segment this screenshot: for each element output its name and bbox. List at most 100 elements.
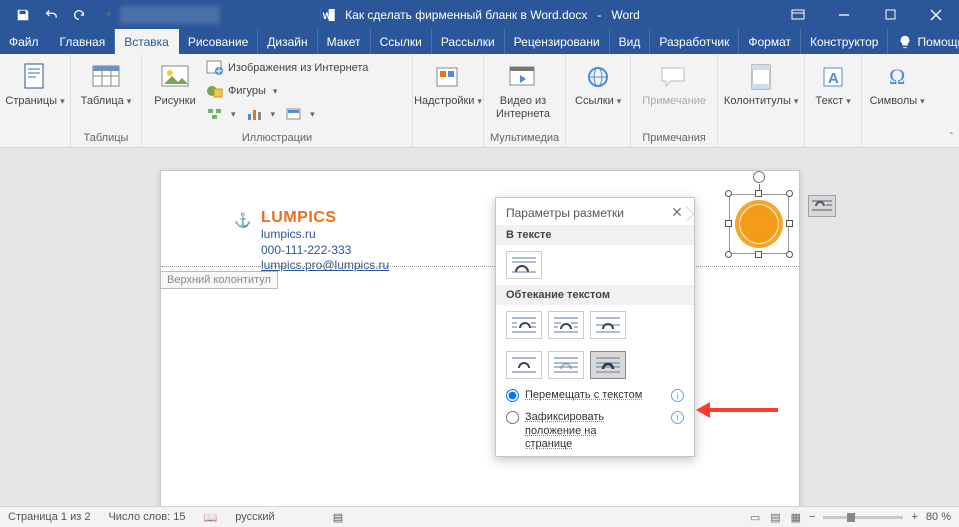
group-pages: Страницы (0, 54, 71, 147)
redo-icon[interactable] (66, 3, 92, 27)
wrap-front[interactable] (590, 351, 626, 379)
zoom-level[interactable]: 80 % (926, 511, 951, 523)
tab-layout[interactable]: Макет (318, 29, 371, 54)
anchor-icon: ⚓ (234, 212, 251, 229)
tab-insert[interactable]: Вставка (115, 29, 179, 54)
view-read-icon[interactable]: ▭ (750, 511, 760, 524)
addins-button[interactable]: Надстройки (419, 57, 477, 108)
selected-image[interactable] (720, 185, 798, 263)
online-pictures-button[interactable]: Изображения из Интернета (206, 57, 406, 79)
text-button[interactable]: A Текст (811, 57, 855, 108)
tell-me[interactable]: Помощь (888, 29, 959, 54)
save-icon[interactable] (10, 3, 36, 27)
tab-draw[interactable]: Рисование (179, 29, 258, 54)
collapse-ribbon-icon[interactable]: ˆ (950, 132, 953, 143)
resize-handle[interactable] (725, 190, 732, 197)
info-icon[interactable]: i (671, 411, 684, 424)
svg-text:W: W (322, 11, 331, 21)
tab-home[interactable]: Главная (51, 29, 116, 54)
rotate-handle[interactable] (753, 171, 765, 183)
callout-title: Параметры разметки (506, 206, 624, 220)
resize-handle[interactable] (725, 220, 732, 227)
close-icon[interactable] (913, 0, 959, 29)
image-orange-slice[interactable] (729, 194, 789, 254)
radio-move-with-text[interactable]: Перемещать с текстом i (496, 385, 694, 407)
pictures-button[interactable]: Рисунки (148, 57, 202, 108)
account-name-redacted (120, 6, 220, 24)
resize-handle[interactable] (755, 190, 762, 197)
layout-options-button[interactable] (808, 195, 836, 217)
page[interactable]: ⚓ LUMPICS lumpics.ru 000-111-222-333 lum… (160, 170, 800, 506)
company-name: LUMPICS (261, 209, 389, 227)
wrap-tight[interactable] (548, 311, 584, 339)
table-button[interactable]: Таблица (77, 57, 135, 108)
tab-mailings[interactable]: Рассылки (432, 29, 505, 54)
status-macro-icon[interactable]: ▤ (333, 511, 343, 524)
info-icon[interactable]: i (671, 389, 684, 402)
resize-handle[interactable] (755, 251, 762, 258)
word-app-icon: W (319, 7, 335, 23)
screenshot-icon (285, 106, 303, 122)
group-symbols: Ω Символы (862, 54, 932, 147)
radio-input[interactable] (506, 389, 519, 402)
resize-handle[interactable] (786, 251, 793, 258)
resize-handle[interactable] (786, 190, 793, 197)
wrap-topbottom[interactable] (506, 351, 542, 379)
links-button[interactable]: Ссылки (572, 57, 624, 108)
title-bar: W Как сделать фирменный бланк в Word.doc… (0, 0, 959, 29)
tab-design[interactable]: Дизайн (258, 29, 317, 54)
wrap-through[interactable] (590, 311, 626, 339)
tab-view[interactable]: Вид (610, 29, 651, 54)
svg-text:A: A (828, 70, 839, 87)
radio-fix-position[interactable]: Зафиксировать положение на странице i (496, 407, 694, 456)
tab-constructor[interactable]: Конструктор (801, 29, 888, 54)
window-title: W Как сделать фирменный бланк в Word.doc… (319, 7, 640, 23)
zoom-slider[interactable] (823, 516, 903, 519)
header-footer-button[interactable]: Колонтитулы (724, 57, 798, 108)
letterhead: LUMPICS lumpics.ru 000-111-222-333 lumpi… (261, 209, 389, 274)
symbols-button[interactable]: Ω Символы (868, 57, 926, 108)
minimize-icon[interactable] (821, 0, 867, 29)
header-boundary (161, 266, 799, 267)
tab-file[interactable]: Файл (0, 29, 51, 54)
tab-format[interactable]: Формат (739, 29, 801, 54)
pages-button[interactable]: Страницы (6, 57, 64, 108)
app-name: Word (611, 8, 639, 22)
tab-developer[interactable]: Разработчик (650, 29, 739, 54)
radio-input[interactable] (506, 411, 519, 424)
shapes-button[interactable]: Фигуры (206, 80, 406, 102)
document-title: Как сделать фирменный бланк в Word.docx (345, 8, 587, 22)
wrap-behind[interactable] (548, 351, 584, 379)
company-site: lumpics.ru (261, 227, 389, 243)
zoom-out-icon[interactable]: − (809, 511, 815, 523)
ribbon: Страницы Таблица Таблицы Рисунки Изображ… (0, 54, 959, 148)
callout-close-icon[interactable]: ✕ (668, 204, 686, 221)
lightbulb-icon (898, 35, 912, 49)
tab-review[interactable]: Рецензировани (505, 29, 610, 54)
maximize-icon[interactable] (867, 0, 913, 29)
status-language[interactable]: русский (235, 511, 274, 523)
callout-section-wrap: Обтекание текстом (496, 285, 694, 305)
resize-handle[interactable] (725, 251, 732, 258)
layout-options-callout: Параметры разметки ✕ В тексте Обтекание … (495, 197, 695, 457)
tab-references[interactable]: Ссылки (371, 29, 432, 54)
wrap-square[interactable] (506, 311, 542, 339)
view-web-icon[interactable]: ▦ (791, 511, 801, 524)
status-page[interactable]: Страница 1 из 2 (8, 511, 90, 523)
zoom-in-icon[interactable]: + (911, 511, 917, 523)
window-controls (775, 0, 959, 29)
undo-icon[interactable] (38, 3, 64, 27)
comment-button[interactable]: Примечание (637, 57, 711, 108)
wrap-inline[interactable] (506, 251, 542, 279)
online-video-button[interactable]: Видео из Интернета (490, 57, 556, 120)
company-phone: 000-111-222-333 (261, 243, 389, 259)
illus-more-row[interactable] (206, 103, 406, 125)
ribbon-display-icon[interactable] (775, 0, 821, 29)
view-print-icon[interactable]: ▤ (770, 511, 780, 524)
group-tables: Таблица Таблицы (71, 54, 142, 147)
status-words[interactable]: Число слов: 15 (108, 511, 185, 523)
status-proofing-icon[interactable]: 📖 (204, 511, 218, 524)
status-bar: Страница 1 из 2 Число слов: 15 📖 русский… (0, 506, 959, 527)
qat-more-icon[interactable] (94, 3, 120, 27)
resize-handle[interactable] (786, 220, 793, 227)
